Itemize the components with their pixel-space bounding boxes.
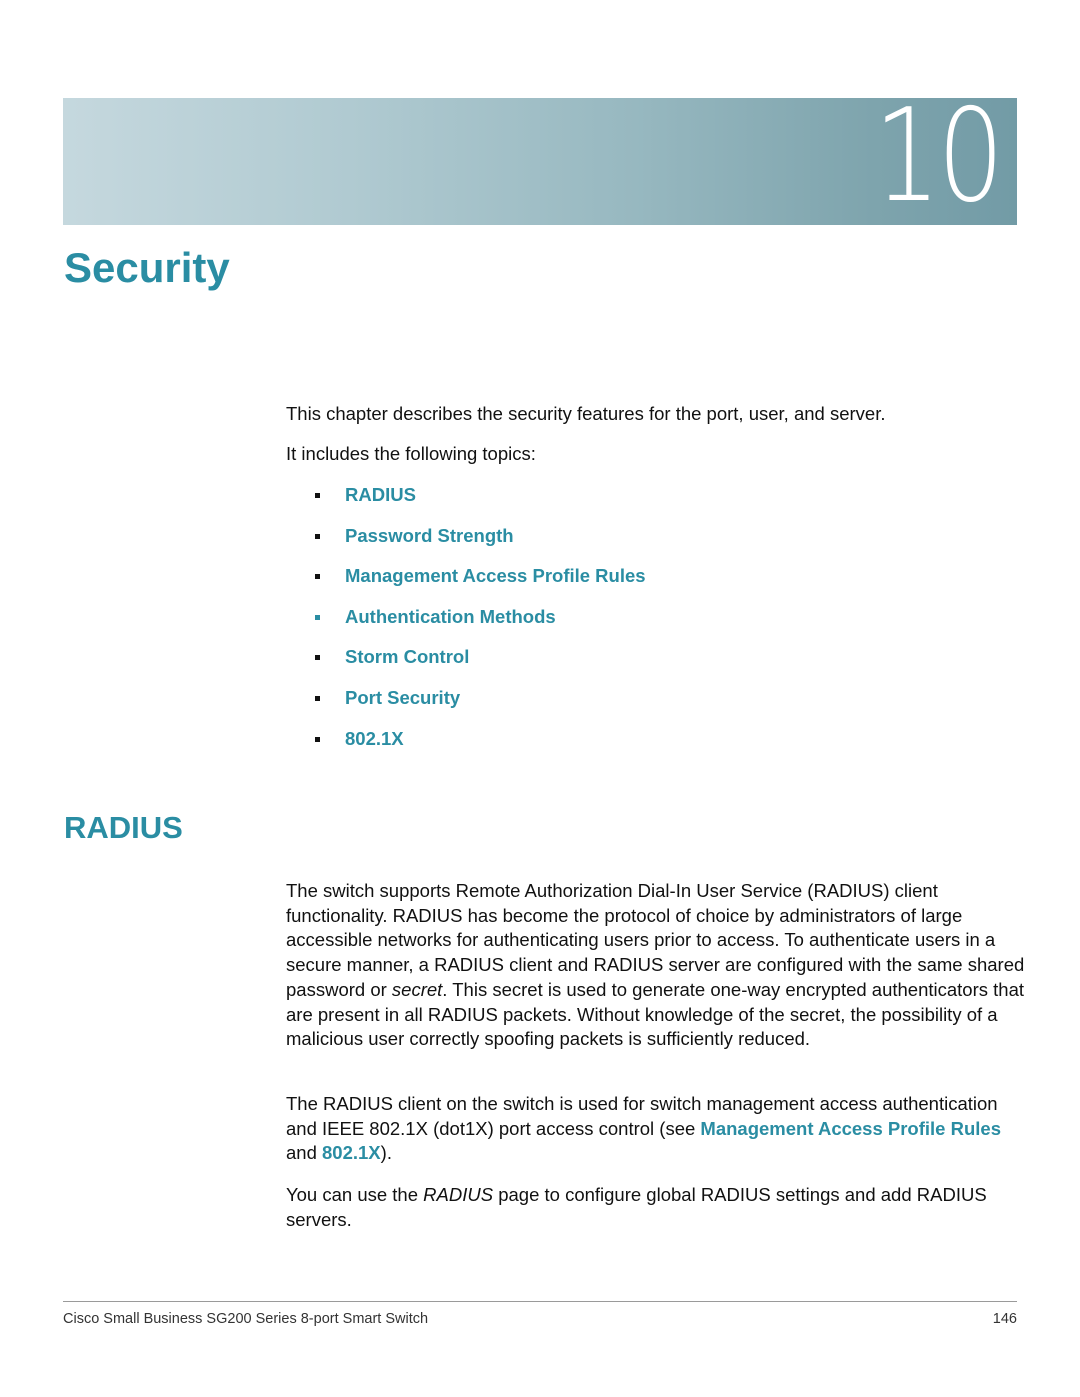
topic-item: Management Access Profile Rules	[286, 564, 646, 605]
bullet-icon	[315, 493, 320, 498]
topic-list: RADIUS Password Strength Management Acce…	[286, 483, 646, 767]
radius-page-paragraph: You can use the RADIUS page to configure…	[286, 1183, 1026, 1232]
topic-link-password-strength[interactable]: Password Strength	[345, 524, 514, 548]
bullet-icon	[315, 655, 320, 661]
topic-link-radius[interactable]: RADIUS	[345, 483, 416, 507]
topic-link-management-access-profile-rules[interactable]: Management Access Profile Rules	[345, 564, 646, 588]
emphasis-radius-page: RADIUS	[423, 1184, 494, 1205]
topic-item: Storm Control	[286, 645, 646, 686]
link-802-1x[interactable]: 802.1X	[322, 1142, 381, 1163]
topic-link-802-1x[interactable]: 802.1X	[345, 727, 404, 751]
intro-text: This chapter describes the security feat…	[286, 403, 886, 424]
chapter-banner: 10	[63, 98, 1017, 225]
section-heading-radius: RADIUS	[64, 810, 183, 845]
bullet-icon	[315, 736, 320, 742]
topic-item: Password Strength	[286, 524, 646, 565]
topic-link-storm-control[interactable]: Storm Control	[345, 645, 469, 669]
topic-item: Port Security	[286, 686, 646, 727]
paragraph-text: and	[286, 1142, 323, 1164]
chapter-number: 10	[874, 98, 1004, 225]
topic-item: RADIUS	[286, 483, 646, 524]
footer-page-number: 146	[992, 1311, 1017, 1327]
footer-product-name: Cisco Small Business SG200 Series 8-port…	[63, 1311, 429, 1327]
bullet-icon	[315, 533, 320, 539]
radius-client-paragraph: The RADIUS client on the switch is used …	[286, 1092, 1026, 1166]
topic-link-authentication-methods[interactable]: Authentication Methods	[345, 605, 556, 629]
bullet-icon	[315, 695, 320, 701]
paragraph-text: You can use the	[286, 1184, 424, 1205]
radius-description-paragraph: The switch supports Remote Authorization…	[286, 879, 1026, 1052]
topic-link-port-security[interactable]: Port Security	[345, 686, 460, 710]
topic-item: 802.1X	[286, 727, 646, 768]
topic-item: Authentication Methods	[286, 605, 646, 646]
bullet-icon	[315, 574, 320, 580]
paragraph-text: ).	[380, 1142, 392, 1164]
link-management-access-profile-rules[interactable]: Management Access Profile Rules	[700, 1118, 1001, 1139]
emphasis-secret: secret	[391, 978, 443, 1000]
topics-intro-text: It includes the following topics:	[286, 443, 536, 464]
chapter-title: Security	[64, 244, 230, 291]
bullet-icon	[315, 614, 320, 620]
footer-divider	[63, 1301, 1017, 1302]
